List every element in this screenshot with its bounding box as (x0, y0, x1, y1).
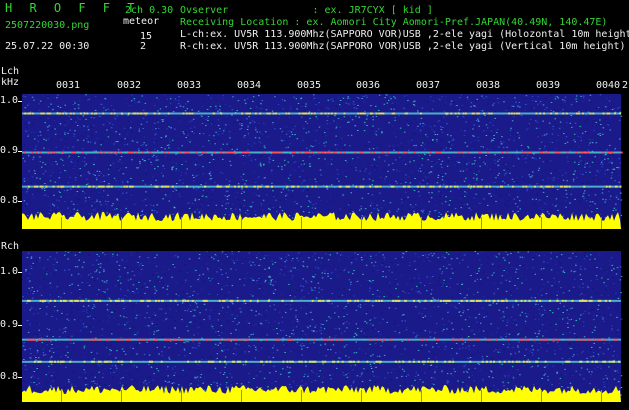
lch-minute-marker (421, 217, 422, 229)
rch-minute-marker (121, 390, 122, 402)
lch-minute-marker (301, 217, 302, 229)
lch-minute-marker (601, 217, 602, 229)
lch-y-tick (18, 151, 22, 152)
lch-minute-marker (541, 217, 542, 229)
lch-y-tick (18, 201, 22, 202)
spectrogram-canvas (18, 94, 623, 402)
rch-carrier-line (22, 338, 621, 341)
rch-minute-marker (481, 390, 482, 402)
rch-minute-marker (601, 390, 602, 402)
lch-minute-marker (181, 217, 182, 229)
lch-minute-marker (481, 217, 482, 229)
lch-minute-marker (241, 217, 242, 229)
rch-y-tick (18, 377, 22, 378)
lch-minute-marker (361, 217, 362, 229)
rch-y-tick (18, 325, 22, 326)
rch-minute-marker (421, 390, 422, 402)
rch-minute-marker (61, 390, 62, 402)
lch-y-tick (18, 101, 22, 102)
lch-minute-marker (121, 217, 122, 229)
rch-base (22, 251, 621, 402)
rch-minute-marker (361, 390, 362, 402)
rch-minute-marker (541, 390, 542, 402)
rch-minute-marker (241, 390, 242, 402)
rch-minute-marker (181, 390, 182, 402)
hroft-window: H R O F F T 2ch 0.30 2507220030.png mete… (0, 0, 629, 410)
rch-y-tick (18, 272, 22, 273)
rch-carrier-line (22, 360, 621, 363)
rch-minute-marker (301, 390, 302, 402)
lch-minute-marker (61, 217, 62, 229)
